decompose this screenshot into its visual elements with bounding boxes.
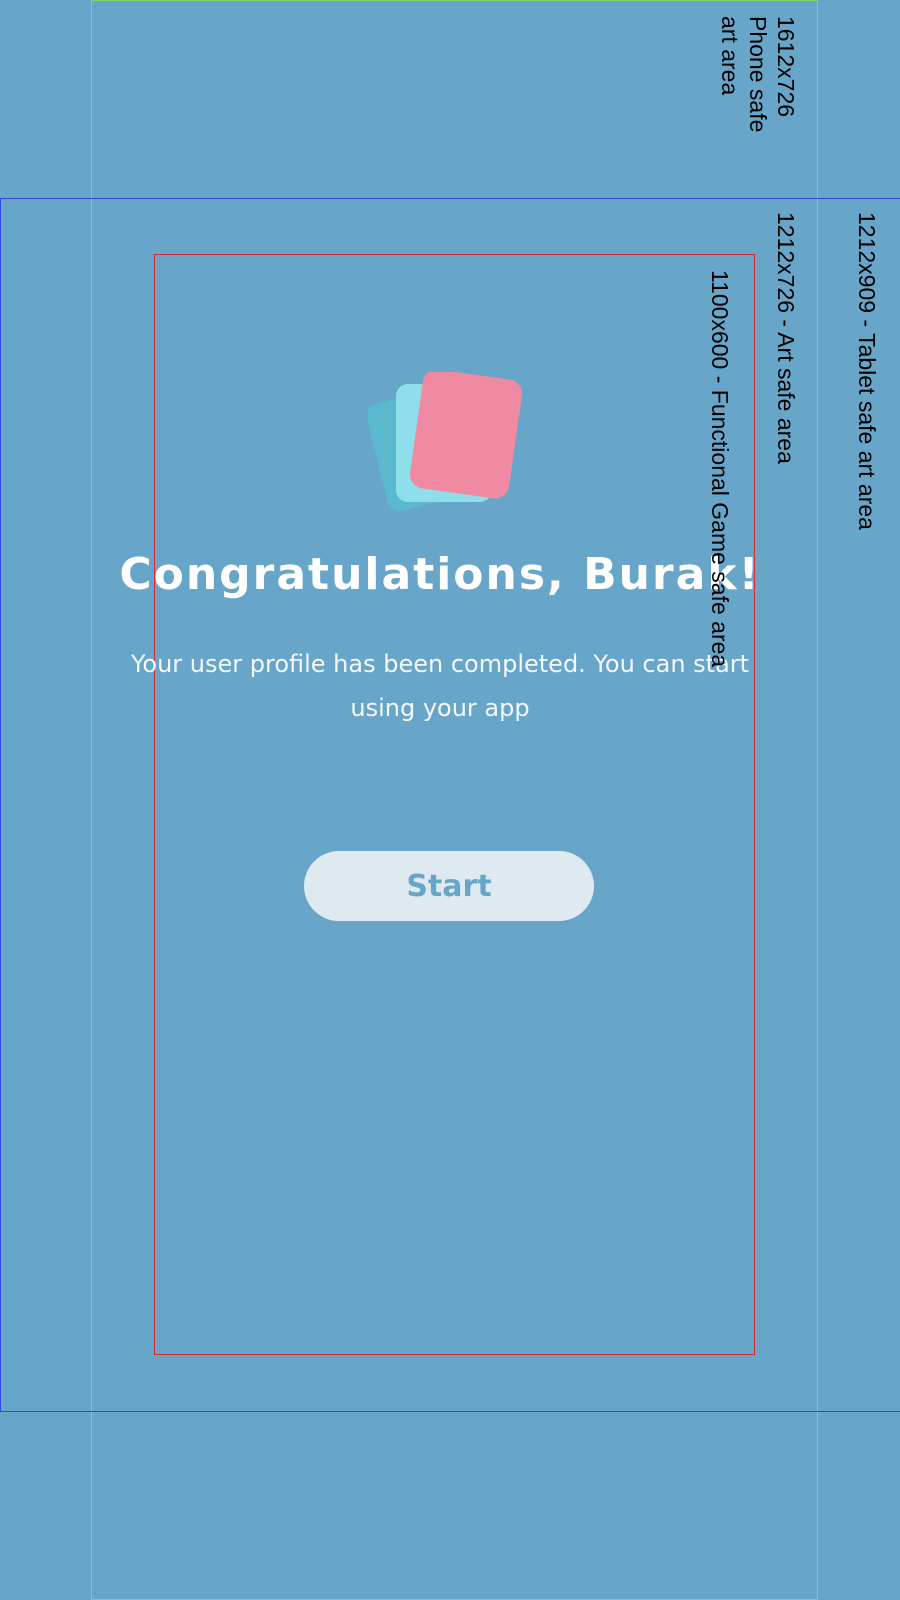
art-safe-area-label: 1212x726 - Art safe area [773,212,799,464]
profile-completed-message: Your user profile has been completed. Yo… [130,650,750,722]
start-button[interactable]: Start [304,851,594,921]
phone-safe-area-guide [91,0,818,1600]
tablet-safe-area-label: 1212x909 - Tablet safe art area [854,212,880,530]
functional-safe-area-label: 1100x600 - Functional Game safe area [707,270,733,668]
stacked-cards-icon [366,369,538,512]
congratulations-title: Congratulations, Burak! [119,549,761,600]
screen: 1612x726 Phone safe art area 1212x726 - … [0,0,900,1600]
phone-safe-area-label: 1612x726 Phone safe art area [717,16,799,133]
